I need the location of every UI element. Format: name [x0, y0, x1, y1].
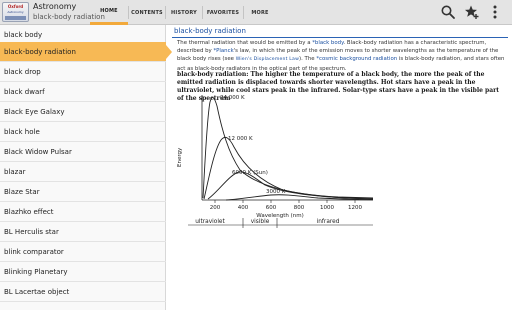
search-icon[interactable]	[440, 4, 456, 20]
tab-contents[interactable]: CONTENTS	[129, 0, 165, 25]
list-item[interactable]: Black Widow Pulsar	[0, 142, 166, 162]
star-add-icon[interactable]	[464, 4, 480, 20]
x-tick-label: 400	[238, 205, 249, 211]
body-text: ). The	[299, 56, 317, 63]
curve-label-24000k: 24 000 K	[220, 95, 245, 101]
curve-12000k	[203, 136, 374, 200]
curve-label-3000k: 3000 K	[266, 189, 286, 195]
app-logo-line1: Oxford	[7, 4, 24, 9]
x-tick-label: 1000	[320, 205, 334, 211]
list-item[interactable]: BL Lacertae object	[0, 282, 166, 302]
curve-label-12000k: 12 000 K	[228, 136, 253, 142]
app-logo-icon[interactable]: Oxford Astronomy	[2, 2, 29, 22]
list-item[interactable]: black drop	[0, 62, 166, 82]
list-item[interactable]: black dwarf	[0, 82, 166, 102]
list-item[interactable]: Blazhko effect	[0, 202, 166, 222]
list-item[interactable]: blazar	[0, 162, 166, 182]
app-logo-band	[5, 16, 26, 20]
curve-label-6000k: 6000 K (Sun)	[232, 170, 268, 176]
list-item[interactable]: Black Eye Galaxy	[0, 102, 166, 122]
list-item[interactable]: Blaze Star	[0, 182, 166, 202]
x-tick-label: 200	[210, 205, 221, 211]
action-bar: Oxford Astronomy Astronomy black-body ra…	[0, 0, 512, 25]
tab-home[interactable]: HOME	[90, 0, 128, 25]
link-planck[interactable]: *Planck	[213, 48, 233, 54]
list-item[interactable]: BL Herculis star	[0, 222, 166, 242]
link-cosmic-background[interactable]: *cosmic background radiation	[316, 56, 397, 62]
link-black-body[interactable]: *black body	[312, 40, 343, 46]
article-body: The thermal radiation that would be emit…	[177, 39, 506, 73]
x-tick-label: 1200	[348, 205, 362, 211]
list-item[interactable]: Blinking Planetary	[0, 262, 166, 282]
app-logo-line2: Astronomy	[7, 10, 24, 14]
link-wiens-law[interactable]: Wien's Displacement Law	[236, 57, 299, 62]
x-tick-label: 600	[266, 205, 277, 211]
band-ultraviolet: ultraviolet	[195, 219, 225, 225]
article-title: black-body radiation	[174, 27, 246, 35]
y-axis-label: Energy	[177, 147, 183, 167]
list-item[interactable]: blink comparator	[0, 242, 166, 262]
band-infrared: infrared	[317, 219, 340, 225]
band-visible: visible	[251, 219, 270, 225]
body-text: The thermal radiation that would be emit…	[177, 40, 313, 46]
x-tick-label: 800	[294, 205, 305, 211]
blackbody-figure: Energy 200 400 600 800 1000 1200 Wavelen…	[177, 95, 374, 228]
title-rule	[172, 37, 508, 38]
tab-history[interactable]: HISTORY	[166, 0, 202, 25]
list-item-selected[interactable]: black-body radiation	[0, 42, 166, 62]
entry-list[interactable]: black body black-body radiation black dr…	[0, 25, 166, 310]
overflow-menu-icon[interactable]	[490, 4, 500, 20]
list-item[interactable]: black hole	[0, 122, 166, 142]
app-title: Astronomy	[33, 2, 77, 11]
tab-favorites[interactable]: FAVORITES	[203, 0, 243, 25]
tab-more[interactable]: MORE	[244, 0, 276, 25]
curve-24000k	[202, 97, 374, 199]
